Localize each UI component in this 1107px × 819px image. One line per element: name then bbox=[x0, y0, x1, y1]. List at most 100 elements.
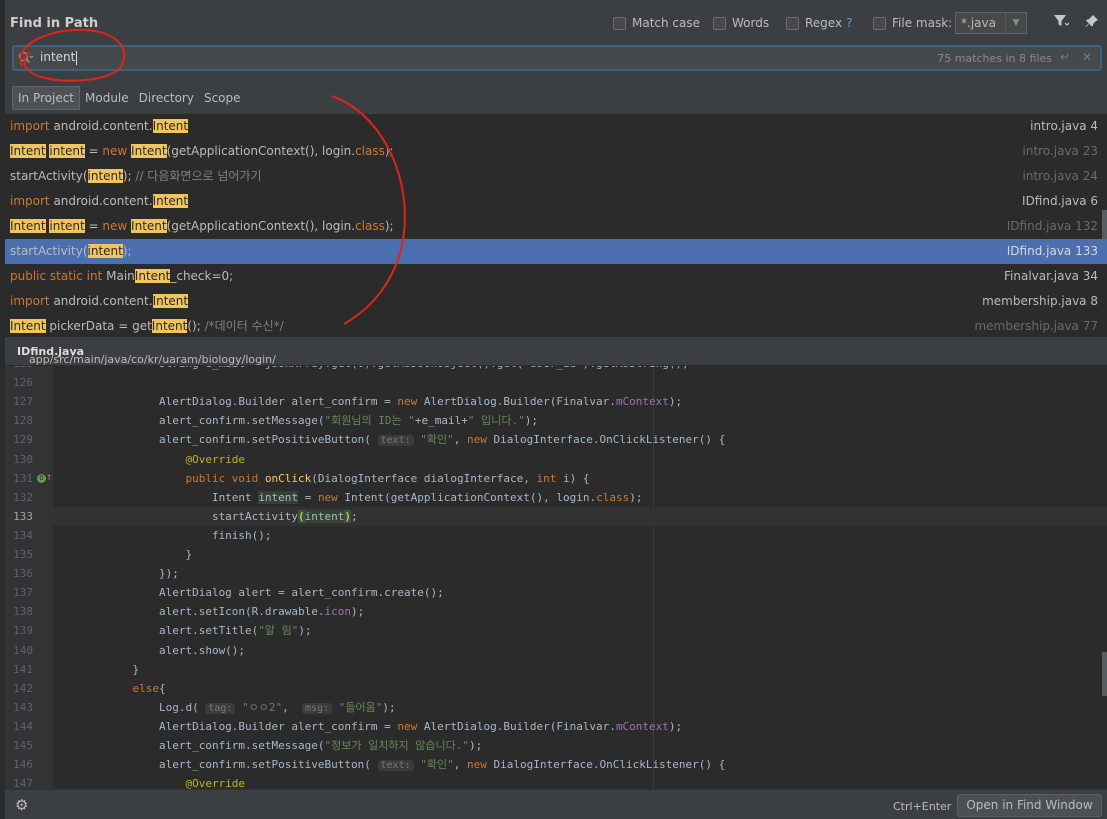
enter-icon[interactable]: ↵ bbox=[1060, 50, 1070, 64]
result-row[interactable]: import android.content.Intent intro.java … bbox=[5, 114, 1107, 139]
line-number: 139 bbox=[13, 624, 33, 638]
code-token: onClick bbox=[264, 471, 312, 485]
code-token: }); bbox=[53, 567, 179, 581]
code-line: }); bbox=[53, 564, 1107, 583]
tab-scope[interactable]: Scope bbox=[199, 86, 246, 110]
result-row[interactable]: startActivity(intent); // 다음화면으로 넘어가기 int… bbox=[5, 164, 1107, 189]
code-token: startActivity( bbox=[10, 169, 88, 183]
code-line: else{ bbox=[53, 679, 1107, 698]
code-token: finish(); bbox=[53, 528, 272, 542]
code-line: alert_confirm.setMessage("정보가 일치하지 않습니다.… bbox=[53, 736, 1107, 755]
code-line: @Override bbox=[53, 774, 1107, 789]
match-case-option[interactable]: Match case bbox=[613, 16, 700, 30]
result-row[interactable]: Intent intent = new Intent(getApplicatio… bbox=[5, 214, 1107, 239]
filter-icon[interactable] bbox=[1053, 14, 1070, 32]
code-token: { bbox=[158, 681, 166, 695]
code-token: public void bbox=[185, 471, 259, 485]
code-token: class bbox=[355, 144, 385, 158]
regex-help-link[interactable]: ? bbox=[846, 16, 852, 30]
code-token: icon bbox=[324, 605, 352, 619]
tab-module[interactable]: Module bbox=[80, 86, 134, 110]
words-label: Words bbox=[732, 16, 770, 30]
code-token: android.content. bbox=[49, 119, 153, 133]
result-row[interactable]: import android.content.Intent IDfind.java… bbox=[5, 189, 1107, 214]
line-number: 135 bbox=[13, 548, 33, 561]
code-token: tag: bbox=[205, 702, 236, 714]
line-number: 131 bbox=[13, 471, 33, 485]
tab-directory[interactable]: Directory bbox=[134, 86, 199, 110]
file-mask-option[interactable]: File mask: bbox=[873, 16, 952, 30]
result-file-location: membership.java 77 bbox=[974, 319, 1098, 333]
override-gutter-icon[interactable]: O ↑ bbox=[37, 472, 52, 483]
code-token: , bbox=[453, 758, 467, 772]
result-row[interactable]: Intent intent = new Intent(getApplicatio… bbox=[5, 139, 1107, 164]
code-token: "정보가 일치하지 않습니다." bbox=[324, 739, 469, 752]
match-case-checkbox[interactable] bbox=[613, 16, 626, 30]
code-line: alert.setIcon(R.drawable.icon); bbox=[53, 602, 1107, 621]
file-mask-select[interactable]: *.java ▼ bbox=[955, 12, 1027, 34]
code-token: "확인" bbox=[420, 433, 454, 447]
match-highlight: Intent bbox=[10, 319, 46, 333]
code-token: android.content. bbox=[49, 294, 153, 308]
code-token: (DialogInterface dialogInterface, bbox=[311, 471, 537, 485]
match-highlight: Intent bbox=[10, 219, 46, 233]
code-token: AlertDialog.Builder alert_confirm = bbox=[53, 395, 398, 409]
result-row[interactable]: startActivity(intent); IDfind.java 133 bbox=[5, 239, 1107, 264]
search-input[interactable]: intent bbox=[40, 50, 78, 65]
match-case-label: Match case bbox=[632, 16, 701, 30]
code-token: (getApplicationContext(), login. bbox=[166, 144, 356, 158]
gear-icon[interactable]: ⚙ bbox=[15, 796, 28, 814]
code-token: ); bbox=[629, 490, 643, 504]
result-row[interactable]: import android.content.Intent membership.… bbox=[5, 289, 1107, 314]
pin-icon[interactable] bbox=[1085, 14, 1099, 32]
code-line: Intent intent = new Intent(getApplicatio… bbox=[53, 488, 1107, 507]
code-token: import bbox=[10, 294, 50, 308]
code-line: startActivity(intent); bbox=[53, 506, 1107, 526]
result-row[interactable]: Intent pickerData = getIntent(); /*데이터 수… bbox=[5, 314, 1107, 336]
clear-icon[interactable]: ✕ bbox=[1082, 50, 1092, 64]
code-token: new bbox=[467, 433, 487, 447]
code-line: public void onClick(DialogInterface dial… bbox=[53, 469, 1107, 488]
code-token: alert.setIcon(R.drawable. bbox=[53, 605, 325, 619]
result-code: Intent intent = new Intent(getApplicatio… bbox=[10, 139, 394, 164]
code-token: DialogInterface.OnClickListener() { bbox=[486, 758, 726, 772]
result-row[interactable]: public static int MainIntent_check=0; Fin… bbox=[5, 264, 1107, 289]
line-number: 147 bbox=[13, 777, 33, 789]
code-token: /*데이터 수신*/ bbox=[204, 319, 284, 333]
tab-in-project[interactable]: In Project bbox=[12, 86, 81, 110]
line-number: 136 bbox=[13, 567, 33, 581]
result-code: public static int MainIntent_check=0; bbox=[10, 264, 233, 289]
match-highlight: Intent bbox=[151, 319, 188, 333]
file-mask-checkbox[interactable] bbox=[873, 16, 886, 30]
search-icon[interactable] bbox=[18, 51, 34, 68]
result-code: startActivity(intent); // 다음화면으로 넘어가기 bbox=[10, 164, 262, 189]
code-preview[interactable]: 125 String e_mail = jsonArray.get(0).get… bbox=[5, 366, 1107, 789]
regex-checkbox[interactable] bbox=[786, 16, 799, 30]
scope-tabs: In Project Module Directory Scope bbox=[12, 86, 246, 110]
find-in-path-dialog: Find in Path Match case Words Regex ? Fi… bbox=[0, 0, 1107, 819]
code-token: } bbox=[53, 662, 140, 676]
result-code: Intent intent = new Intent(getApplicatio… bbox=[10, 214, 394, 239]
match-highlight: intent bbox=[87, 169, 123, 183]
chevron-down-icon[interactable]: ▼ bbox=[1005, 13, 1026, 33]
line-number: 128 bbox=[13, 414, 33, 428]
line-number: 127 bbox=[13, 395, 33, 409]
code-token: ); bbox=[298, 624, 312, 638]
line-number: 129 bbox=[13, 433, 33, 447]
words-checkbox[interactable] bbox=[713, 16, 726, 30]
search-field[interactable]: intent 75 matches in 8 files ↵ ✕ bbox=[12, 45, 1102, 71]
open-in-find-window-button[interactable]: Open in Find Window bbox=[957, 794, 1102, 817]
line-number: 141 bbox=[13, 662, 33, 676]
code-token: Log.d( bbox=[53, 700, 206, 714]
code-token: @Override bbox=[185, 452, 246, 466]
code-token: mContext bbox=[615, 719, 669, 733]
code-token: class bbox=[596, 490, 630, 504]
regex-option[interactable]: Regex ? bbox=[786, 16, 852, 30]
code-line: alert.setTitle("알 림"); bbox=[53, 621, 1107, 640]
code-line: finish(); bbox=[53, 526, 1107, 545]
words-option[interactable]: Words bbox=[713, 16, 769, 30]
code-line: Log.d( tag: "ㅇㅇ2", msg: "들어옴"); bbox=[53, 698, 1107, 717]
